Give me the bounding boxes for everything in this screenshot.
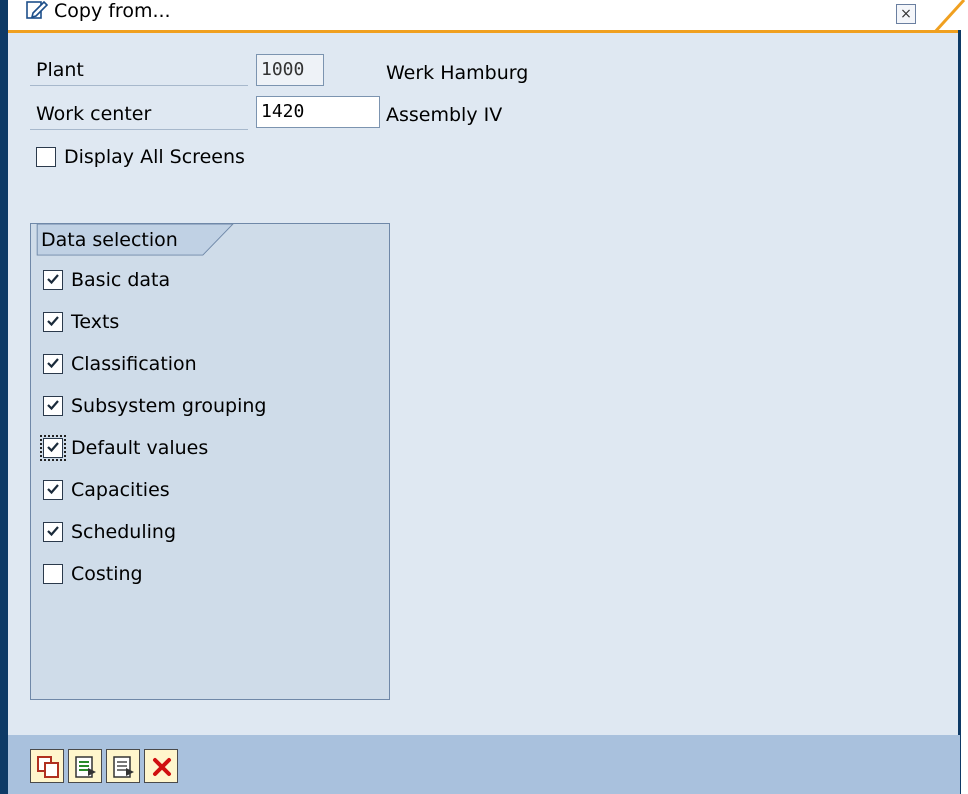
display-all-screens-label: Display All Screens [64,146,245,168]
work-center-label: Work center [30,98,248,130]
data-selection-group: Data selection Basic data Texts Classifica… [30,223,390,700]
title-bar: Copy from... × [8,0,966,34]
data-selection-checkbox[interactable] [43,312,63,332]
display-all-screens-checkbox[interactable] [36,147,56,167]
plant-field[interactable]: 1000 [256,54,324,86]
close-icon[interactable]: × [896,4,916,24]
work-center-field[interactable]: 1420 [256,96,380,128]
checkmark-icon [47,358,59,369]
checkmark-icon [47,274,59,285]
cancel-icon [153,758,171,776]
data-selection-checkbox[interactable] [40,435,66,461]
dialog-body: Plant 1000 Werk Hamburg Work center 1420… [8,33,960,735]
data-selection-checkbox[interactable] [43,480,63,500]
cancel-button[interactable] [144,749,178,783]
data-selection-label: Basic data [71,269,171,291]
data-selection-checkbox[interactable] [43,270,63,290]
data-selection-checkbox[interactable] [43,564,63,584]
work-center-description: Assembly IV [386,104,503,126]
checkmark-icon [47,526,59,537]
window-frame-right [958,30,961,794]
checkmark-icon [47,316,59,327]
data-selection-label: Texts [71,311,120,333]
dialog-title: Copy from... [54,0,171,22]
copy-icon [37,756,59,778]
title-bar-decoration [932,0,966,34]
checkmark-icon [47,484,59,495]
data-selection-checkbox[interactable] [43,354,63,374]
dialog-toolbar [8,735,960,794]
data-selection-label: Default values [71,437,209,459]
deselect-all-button[interactable] [106,749,140,783]
plant-label: Plant [30,54,248,86]
checkmark-icon [47,442,59,453]
plant-description: Werk Hamburg [386,62,529,84]
copy-button[interactable] [30,749,64,783]
data-selection-label: Costing [71,563,143,585]
data-selection-checkbox[interactable] [43,522,63,542]
data-selection-title: Data selection [41,229,178,251]
data-selection-checkbox[interactable] [43,396,63,416]
data-selection-label: Scheduling [71,521,177,543]
checkmark-icon [47,400,59,411]
copy-from-dialog: Copy from... × Plant 1000 Werk Hamburg W… [0,0,968,794]
data-selection-label: Capacities [71,479,170,501]
select-all-button[interactable] [68,749,102,783]
deselect-all-icon [113,756,134,778]
data-selection-label: Subsystem grouping [71,395,267,417]
window-frame-left [0,0,8,794]
data-selection-label: Classification [71,353,197,375]
copy-from-icon [26,0,49,20]
select-all-icon [75,756,96,778]
